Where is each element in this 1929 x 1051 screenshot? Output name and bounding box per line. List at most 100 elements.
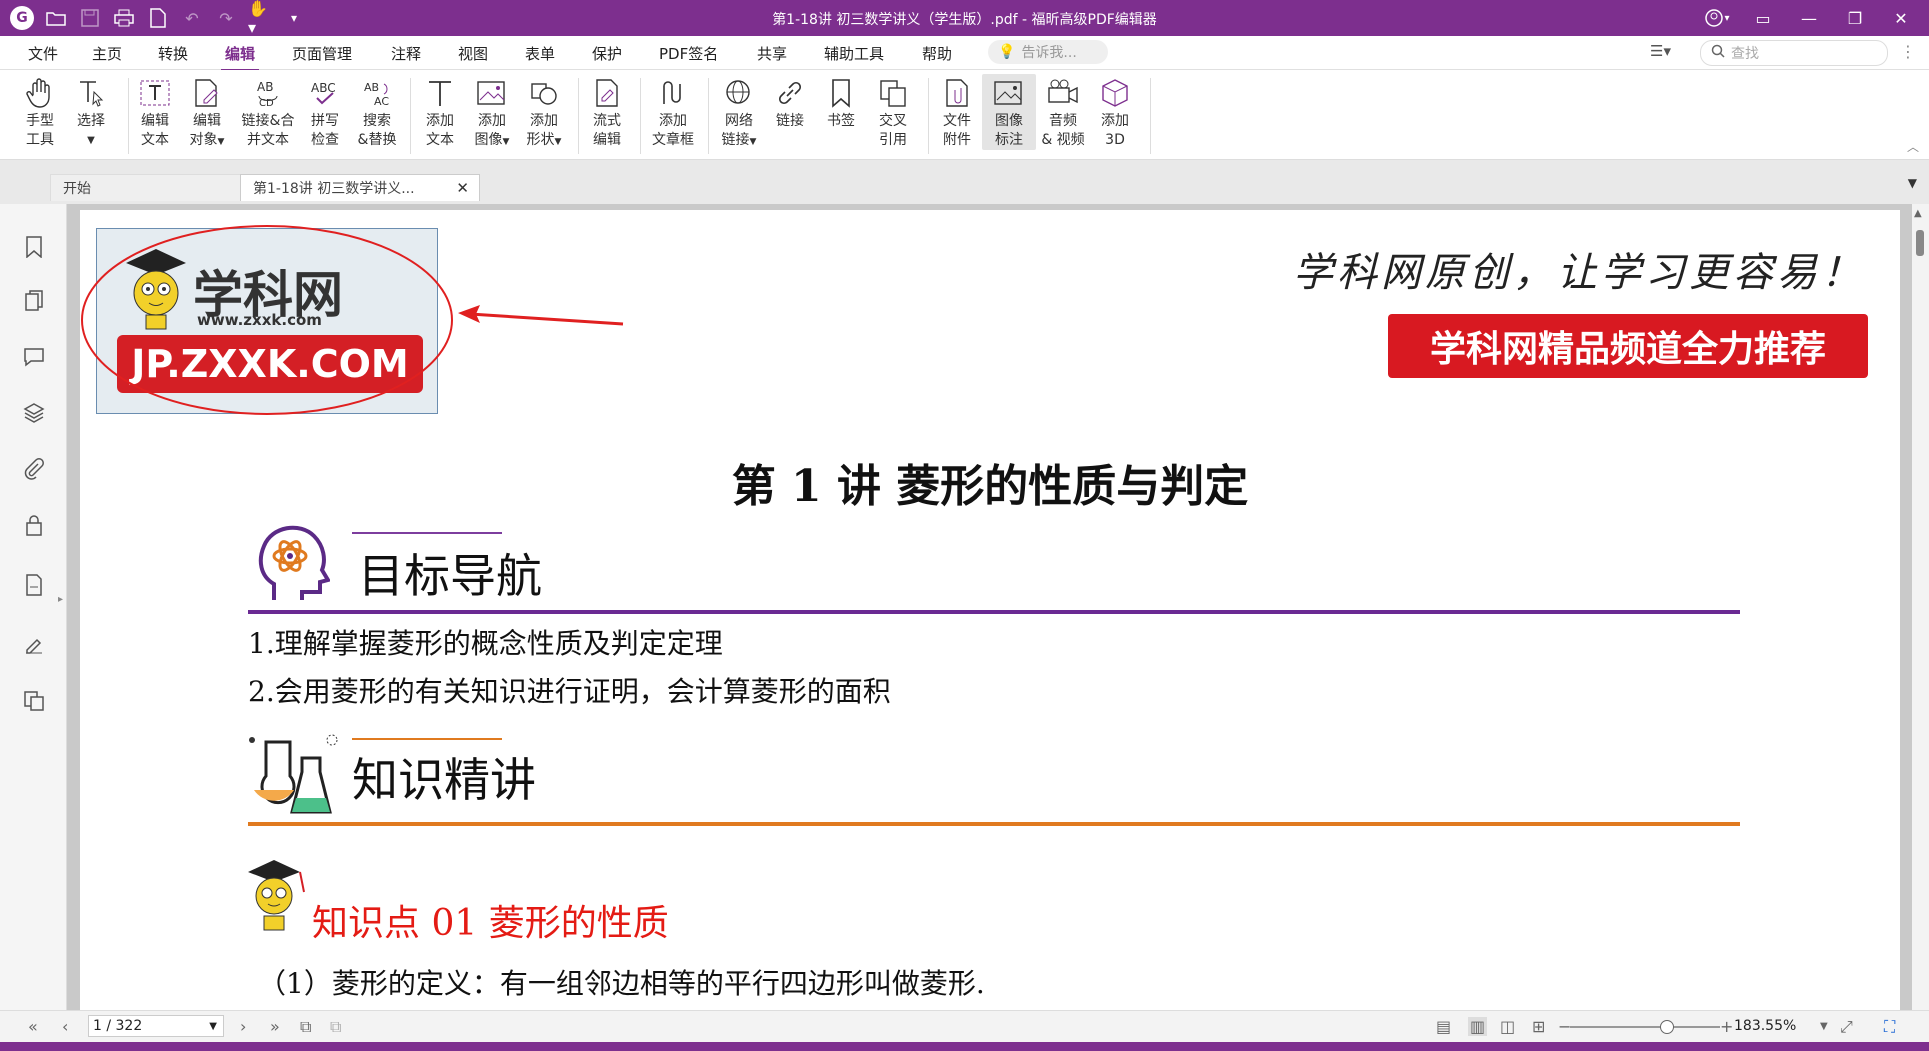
menu-share[interactable]: 共享: [757, 43, 787, 64]
compare-panel-icon[interactable]: [21, 688, 47, 714]
tool-file-attachment[interactable]: 文件 附件: [930, 74, 984, 150]
ribbon-separator: [578, 78, 579, 154]
recommend-banner: 学科网精品频道全力推荐: [1388, 314, 1868, 378]
zoom-dropdown-icon[interactable]: ▼: [1820, 1021, 1828, 1032]
previous-page-icon[interactable]: ‹: [62, 1017, 68, 1036]
last-page-icon[interactable]: »: [270, 1017, 280, 1036]
svg-text:CD: CD: [259, 98, 274, 108]
tool-cross-reference[interactable]: 交叉 引用: [866, 74, 920, 150]
tool-reflow-edit[interactable]: 流式 编辑: [580, 74, 634, 150]
tool-label: 添加: [530, 113, 558, 129]
minimize-icon[interactable]: —: [1789, 4, 1829, 32]
menu-comment[interactable]: 注释: [391, 43, 421, 64]
continuous-page-icon[interactable]: ▥: [1468, 1017, 1488, 1036]
tool-select[interactable]: 选择 ▼: [64, 74, 118, 150]
next-view-icon[interactable]: ⧉: [330, 1017, 341, 1037]
tool-label: 并文本: [247, 132, 289, 148]
tool-label: 添加: [478, 113, 506, 129]
fit-page-icon[interactable]: ⤢: [1840, 1017, 1853, 1037]
tool-label: 文章框: [652, 132, 694, 148]
add-shape-icon: [517, 74, 571, 112]
close-tab-icon[interactable]: ✕: [456, 179, 469, 197]
tool-label: 形状▼: [517, 131, 571, 152]
previous-view-icon[interactable]: ⧉: [300, 1017, 311, 1037]
single-page-icon[interactable]: ▤: [1436, 1017, 1451, 1036]
tool-add-text[interactable]: 添加 文本: [413, 74, 467, 150]
web-link-icon: [712, 74, 766, 112]
menu-convert[interactable]: 转换: [158, 43, 188, 64]
view-options-icon[interactable]: ☰▾: [1650, 42, 1671, 60]
menu-home[interactable]: 主页: [92, 43, 122, 64]
tool-bookmark[interactable]: 书签: [814, 74, 868, 131]
status-bar: « ‹ 1 / 322 ▼ › » ⧉ ⧉ ▤ ▥ ◫ ⊞ − + 183.55…: [0, 1010, 1929, 1043]
account-icon[interactable]: ▾: [1697, 4, 1737, 32]
more-options-icon[interactable]: ⋮: [1900, 42, 1916, 61]
find-box[interactable]: 查找: [1700, 40, 1888, 66]
zoom-slider[interactable]: [1570, 1020, 1720, 1034]
full-screen-icon[interactable]: ⛶: [1884, 1017, 1895, 1037]
tool-edit-text[interactable]: 编辑 文本: [128, 74, 182, 150]
signature-panel-icon[interactable]: [21, 630, 47, 656]
scroll-up-icon[interactable]: ▲: [1914, 208, 1922, 219]
tab-document[interactable]: 第1-18讲 初三数学讲义... ✕: [240, 174, 480, 201]
page-dropdown-icon[interactable]: ▼: [209, 1021, 217, 1032]
tool-search-replace[interactable]: AB AC 搜索 &替换: [350, 74, 404, 150]
ribbon-toggle-icon[interactable]: ▭: [1743, 4, 1783, 32]
page-number-field[interactable]: 1 / 322 ▼: [88, 1015, 224, 1037]
menu-protect[interactable]: 保护: [592, 43, 622, 64]
menu-form[interactable]: 表单: [525, 43, 555, 64]
red-circle-annotation[interactable]: [80, 210, 780, 450]
tool-add-image[interactable]: 添加 图像▼: [465, 74, 519, 152]
layers-panel-icon[interactable]: [21, 400, 47, 426]
bookmarks-panel-icon[interactable]: [21, 234, 47, 260]
tool-audio-video[interactable]: 音频 & 视频: [1034, 74, 1092, 150]
tool-image-annotation[interactable]: 图像 标注: [982, 74, 1036, 150]
section-title-overline: [352, 738, 502, 740]
section-divider: [248, 610, 1740, 614]
tool-web-link[interactable]: 网络 链接▼: [712, 74, 766, 152]
menu-view[interactable]: 视图: [458, 43, 488, 64]
pages-panel-icon[interactable]: [21, 288, 47, 314]
menu-accessibility[interactable]: 辅助工具: [824, 43, 884, 64]
tell-me-box[interactable]: 💡 告诉我...: [988, 40, 1108, 64]
tool-spell-check[interactable]: ABC 拼写 检查: [298, 74, 352, 150]
tab-list-dropdown-icon[interactable]: ▼: [1908, 176, 1917, 190]
content-panel-icon[interactable]: [21, 572, 47, 598]
tool-link[interactable]: 链接: [763, 74, 817, 131]
goal-item-2: 2.会用菱形的有关知识进行证明，会计算菱形的面积: [248, 675, 891, 708]
tool-hand[interactable]: 手型 工具: [13, 74, 67, 150]
zoom-in-icon[interactable]: +: [1720, 1017, 1733, 1036]
tool-label: 选择: [77, 113, 105, 129]
attachments-panel-icon[interactable]: [21, 456, 47, 482]
zoom-level[interactable]: 183.55%: [1734, 1018, 1796, 1034]
next-page-icon[interactable]: ›: [240, 1017, 246, 1036]
facing-pages-icon[interactable]: ◫: [1500, 1017, 1515, 1036]
security-panel-icon[interactable]: [21, 512, 47, 538]
expand-panel-icon[interactable]: ▸: [58, 594, 63, 605]
tool-label: 3D: [1105, 132, 1125, 148]
menu-file[interactable]: 文件: [28, 43, 58, 64]
tool-label: 检查: [311, 132, 339, 148]
collapse-ribbon-icon[interactable]: ︿: [1907, 138, 1919, 155]
tool-edit-object[interactable]: 编辑 对象▼: [180, 74, 234, 152]
tool-link-merge[interactable]: AB CD 链接&合 并文本: [236, 74, 300, 150]
tool-add-3d[interactable]: 添加 3D: [1088, 74, 1142, 150]
menu-edit[interactable]: 编辑: [220, 43, 260, 72]
menu-help[interactable]: 帮助: [922, 43, 952, 64]
tool-article-box[interactable]: 添加 文章框: [645, 74, 701, 150]
scrollbar-thumb[interactable]: [1916, 230, 1924, 256]
first-page-icon[interactable]: «: [28, 1017, 38, 1036]
comments-panel-icon[interactable]: [21, 344, 47, 370]
zoom-slider-knob[interactable]: [1660, 1020, 1674, 1034]
bottom-accent-line: [0, 1042, 1929, 1051]
continuous-facing-icon[interactable]: ⊞: [1532, 1017, 1545, 1036]
vertical-scrollbar[interactable]: ▲: [1912, 204, 1929, 1010]
goal-item-1: 1.理解掌握菱形的概念性质及判定定理: [248, 627, 723, 660]
tab-start[interactable]: 开始: [50, 174, 254, 201]
restore-icon[interactable]: ❐: [1835, 4, 1875, 32]
tool-add-shape[interactable]: 添加 形状▼: [517, 74, 571, 152]
menu-page-management[interactable]: 页面管理: [292, 43, 352, 64]
tool-label: 文本: [426, 132, 454, 148]
close-window-icon[interactable]: ✕: [1881, 4, 1921, 32]
menu-pdf-sign[interactable]: PDF签名: [659, 43, 718, 64]
